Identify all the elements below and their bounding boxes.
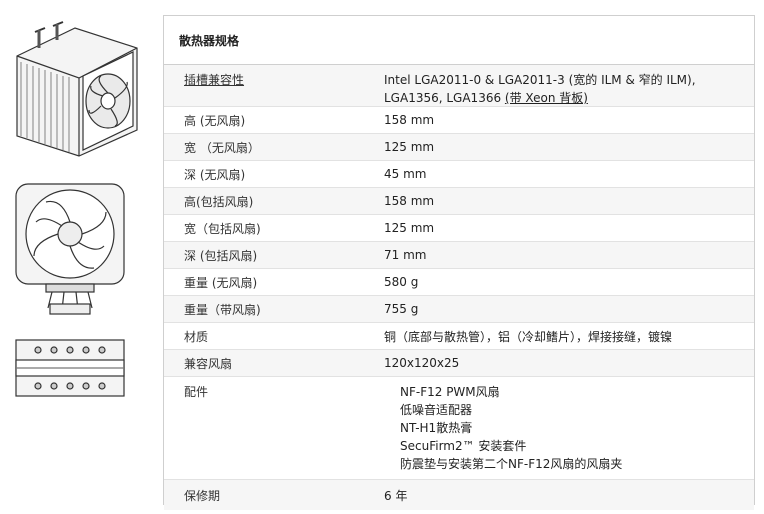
- spec-value: NF-F12 PWM风扇 低噪音适配器 NT-H1散热膏 SecuFirm2™ …: [384, 383, 754, 479]
- accessories-list: NF-F12 PWM风扇 低噪音适配器 NT-H1散热膏 SecuFirm2™ …: [384, 383, 754, 473]
- spec-row: 材质 铜（底部与散热管），铝（冷却鳍片），焊接接缝，镀镍: [164, 323, 754, 350]
- spec-value: 755 g: [384, 302, 419, 316]
- spec-value: 120x120x25: [384, 356, 460, 370]
- spec-row: 重量（带风扇) 755 g: [164, 296, 754, 323]
- spec-value: 158 mm: [384, 194, 435, 208]
- spec-value: 6 年: [384, 488, 408, 503]
- spec-label: 插槽兼容性: [184, 73, 245, 87]
- spec-row: 深 (无风扇) 45 mm: [164, 161, 754, 188]
- list-item: NT-H1散热膏: [400, 421, 473, 435]
- cooler-top-image: [14, 338, 126, 398]
- spec-label: 重量（带风扇): [184, 302, 261, 317]
- spec-value: 71 mm: [384, 248, 427, 262]
- spec-row: 兼容风扇 120x120x25: [164, 350, 754, 377]
- list-item: 低噪音适配器: [400, 403, 473, 417]
- spec-label: 材质: [184, 329, 209, 344]
- spec-row-socket: 插槽兼容性 Intel LGA2011-0 & LGA2011-3 (宽的 IL…: [164, 65, 754, 107]
- socket-line-2: LGA1356, LGA1366: [384, 91, 505, 105]
- spec-row: 宽 （无风扇） 125 mm: [164, 134, 754, 161]
- list-item: 防震垫与安装第二个NF-F12风扇的风扇夹: [400, 457, 623, 471]
- spec-row: 宽（包括风扇) 125 mm: [164, 215, 754, 242]
- spec-label: 宽 （无风扇）: [184, 140, 260, 155]
- spec-label: 兼容风扇: [184, 356, 233, 371]
- list-item: NF-F12 PWM风扇: [400, 385, 500, 399]
- cooler-front-image: [10, 180, 130, 320]
- spec-row: 高(包括风扇) 158 mm: [164, 188, 754, 215]
- spec-label: 深 (无风扇): [184, 167, 246, 182]
- spec-row: 保修期 6 年: [164, 480, 754, 510]
- spec-label: 高 (无风扇): [184, 113, 246, 128]
- list-item: SecuFirm2™ 安装套件: [400, 439, 527, 453]
- spec-value: 铜（底部与散热管），铝（冷却鳍片），焊接接缝，镀镍: [384, 329, 673, 344]
- spec-row-accessories: 配件 NF-F12 PWM风扇 低噪音适配器 NT-H1散热膏 SecuFirm…: [164, 377, 754, 480]
- spec-value: Intel LGA2011-0 & LGA2011-3 (宽的 ILM & 窄的…: [384, 71, 754, 106]
- product-images: [0, 0, 150, 514]
- spec-value: 158 mm: [384, 113, 435, 127]
- spec-label: 宽（包括风扇): [184, 221, 261, 236]
- spec-value: 45 mm: [384, 167, 427, 181]
- spec-row: 深 (包括风扇) 71 mm: [164, 242, 754, 269]
- spec-row: 高 (无风扇) 158 mm: [164, 107, 754, 134]
- spec-label: 配件: [184, 385, 209, 399]
- spec-label: 深 (包括风扇): [184, 248, 258, 263]
- socket-line-1: Intel LGA2011-0 & LGA2011-3 (宽的 ILM & 窄的…: [384, 73, 696, 87]
- spec-label: 重量 (无风扇): [184, 275, 258, 290]
- spec-value: 125 mm: [384, 140, 435, 154]
- spec-table-title: 散热器规格: [164, 16, 754, 65]
- spec-table: 散热器规格 插槽兼容性 Intel LGA2011-0 & LGA2011-3 …: [163, 15, 755, 510]
- spec-row: 重量 (无风扇) 580 g: [164, 269, 754, 296]
- spec-label: 高(包括风扇): [184, 194, 254, 209]
- xeon-backplate-link[interactable]: (带 Xeon 背板): [505, 91, 588, 105]
- cooler-isometric-image: [5, 18, 145, 158]
- spec-label: 保修期: [184, 488, 221, 503]
- spec-value: 125 mm: [384, 221, 435, 235]
- spec-value: 580 g: [384, 275, 419, 289]
